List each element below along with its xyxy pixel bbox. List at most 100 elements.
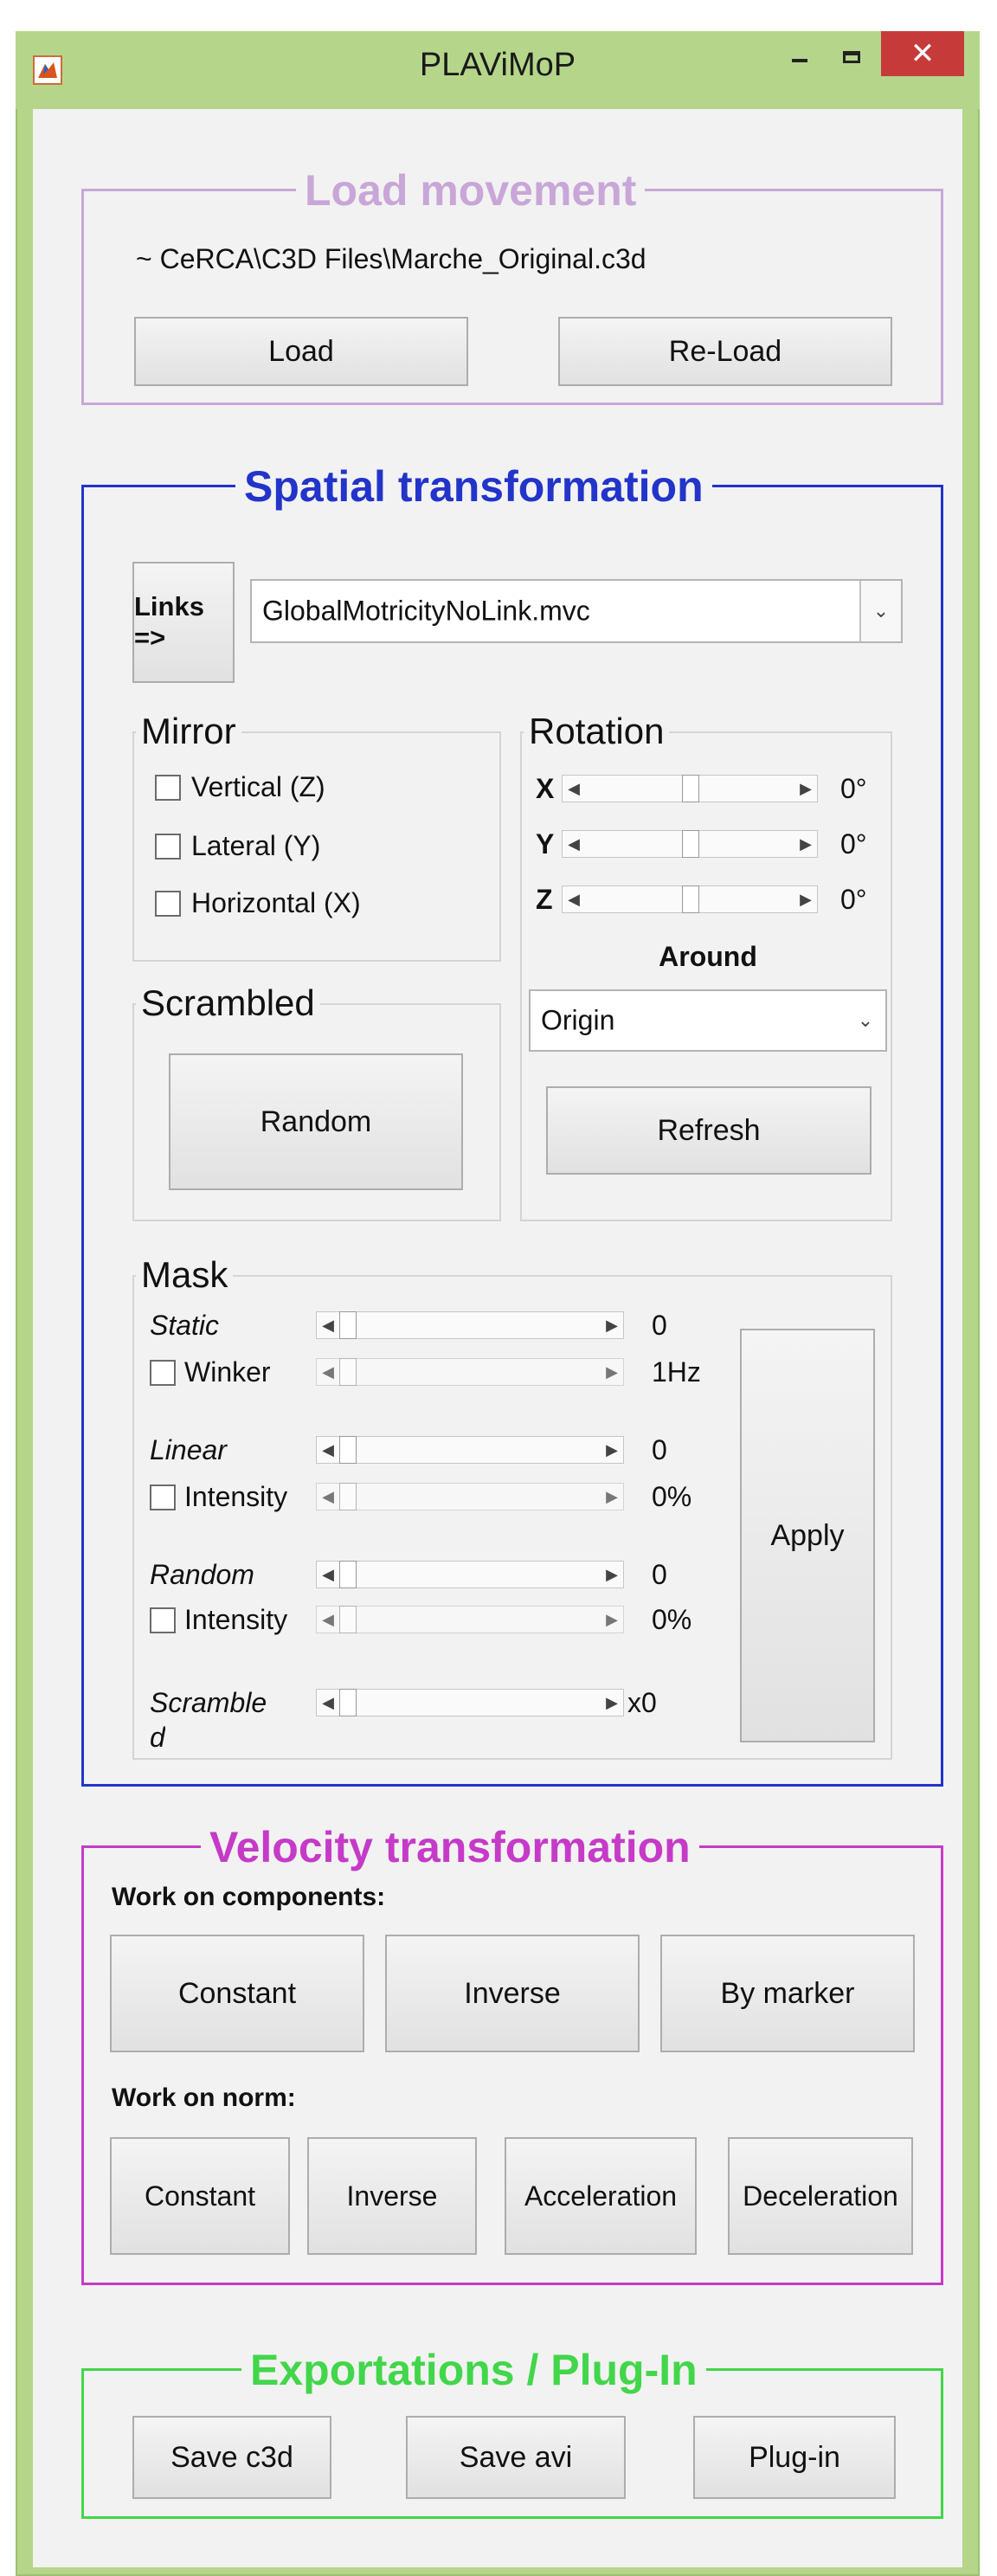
scrambled-title: Scrambled xyxy=(136,982,320,1024)
random-intensity-value: 0% xyxy=(652,1604,692,1635)
slider-right-arrow-icon[interactable]: ▶ xyxy=(601,1484,623,1510)
winker-label: Winker xyxy=(184,1356,271,1388)
linear-intensity-value: 0% xyxy=(652,1481,692,1512)
components-inverse-button[interactable]: Inverse xyxy=(385,1935,640,2052)
exportations-title: Exportations / Plug-In xyxy=(241,2345,706,2395)
scrambled-mask-label-cont: d xyxy=(150,1722,165,1748)
around-label: Around xyxy=(659,941,757,972)
slider-right-arrow-icon[interactable]: ▶ xyxy=(601,1690,623,1716)
random-slider[interactable]: ◀ ▶ xyxy=(316,1561,624,1588)
slider-left-arrow-icon[interactable]: ◀ xyxy=(563,776,585,802)
slider-thumb[interactable] xyxy=(682,775,699,802)
links-file-dropdown[interactable]: GlobalMotricityNoLink.mvc ⌄ xyxy=(250,579,903,643)
chevron-down-icon[interactable]: ⌄ xyxy=(846,991,885,1050)
slider-left-arrow-icon[interactable]: ◀ xyxy=(317,1359,339,1385)
slider-right-arrow-icon[interactable]: ▶ xyxy=(601,1312,623,1338)
save-avi-button[interactable]: Save avi xyxy=(406,2416,626,2499)
components-constant-button[interactable]: Constant xyxy=(110,1935,364,2052)
rotation-y-label: Y xyxy=(536,828,555,860)
slider-left-arrow-icon[interactable]: ◀ xyxy=(317,1562,339,1587)
velocity-transformation-panel: Velocity transformation Work on componen… xyxy=(81,1822,943,2285)
slider-thumb[interactable] xyxy=(339,1689,357,1716)
file-path-text: ~ CeRCA\C3D Files\Marche_Original.c3d xyxy=(136,243,646,274)
load-movement-title: Load movement xyxy=(296,165,646,216)
lateral-y-checkbox[interactable] xyxy=(155,834,181,860)
slider-right-arrow-icon[interactable]: ▶ xyxy=(794,831,817,857)
linear-intensity-checkbox[interactable] xyxy=(150,1484,176,1510)
norm-deceleration-button[interactable]: Deceleration xyxy=(728,2137,913,2255)
vertical-z-label: Vertical (Z) xyxy=(191,771,325,802)
slider-left-arrow-icon[interactable]: ◀ xyxy=(317,1690,339,1716)
vertical-z-checkbox[interactable] xyxy=(155,775,181,801)
close-icon[interactable]: ✕ xyxy=(881,31,964,76)
load-button[interactable]: Load xyxy=(134,317,468,386)
rotation-y-slider[interactable]: ◀ ▶ xyxy=(562,830,818,858)
linear-value: 0 xyxy=(652,1434,667,1465)
slider-right-arrow-icon[interactable]: ▶ xyxy=(794,886,817,912)
around-dropdown[interactable]: Origin ⌄ xyxy=(529,989,887,1052)
horizontal-x-checkbox[interactable] xyxy=(155,891,181,917)
slider-thumb[interactable] xyxy=(682,886,699,913)
slider-right-arrow-icon[interactable]: ▶ xyxy=(601,1562,623,1587)
slider-left-arrow-icon[interactable]: ◀ xyxy=(317,1312,339,1338)
random-button[interactable]: Random xyxy=(169,1053,463,1190)
spatial-transformation-panel: Spatial transformation Links => GlobalMo… xyxy=(81,461,943,1787)
rotation-x-slider[interactable]: ◀ ▶ xyxy=(562,775,818,802)
apply-button[interactable]: Apply xyxy=(740,1329,875,1742)
slider-right-arrow-icon[interactable]: ▶ xyxy=(601,1437,623,1463)
slider-thumb[interactable] xyxy=(339,1311,357,1339)
plugin-button[interactable]: Plug-in xyxy=(693,2416,896,2499)
static-label: Static xyxy=(150,1310,220,1341)
lateral-y-label: Lateral (Y) xyxy=(191,830,321,861)
slider-left-arrow-icon[interactable]: ◀ xyxy=(317,1484,339,1510)
scrambled-mask-slider[interactable]: ◀ ▶ xyxy=(316,1689,624,1716)
rotation-title: Rotation xyxy=(524,711,670,752)
mask-title: Mask xyxy=(136,1254,234,1296)
rotation-z-label: Z xyxy=(536,884,553,915)
slider-left-arrow-icon[interactable]: ◀ xyxy=(317,1607,339,1633)
exportations-panel: Exportations / Plug-In Save c3d Save avi… xyxy=(81,2345,943,2519)
spatial-transformation-title: Spatial transformation xyxy=(235,461,712,512)
slider-thumb[interactable] xyxy=(339,1358,357,1386)
slider-thumb[interactable] xyxy=(339,1561,357,1588)
rotation-z-slider[interactable]: ◀ ▶ xyxy=(562,886,818,913)
linear-intensity-label: Intensity xyxy=(184,1481,288,1512)
scrambled-group: Scrambled Random xyxy=(132,982,501,1221)
maximize-icon[interactable] xyxy=(829,38,874,76)
slider-left-arrow-icon[interactable]: ◀ xyxy=(563,831,585,857)
rotation-z-value: 0° xyxy=(840,884,867,915)
norm-acceleration-button[interactable]: Acceleration xyxy=(505,2137,697,2255)
norm-constant-button[interactable]: Constant xyxy=(110,2137,290,2255)
components-by-marker-button[interactable]: By marker xyxy=(660,1935,915,2052)
random-intensity-slider[interactable]: ◀ ▶ xyxy=(316,1606,624,1633)
work-on-norm-label: Work on norm: xyxy=(112,2083,296,2112)
save-c3d-button[interactable]: Save c3d xyxy=(132,2416,331,2499)
slider-thumb[interactable] xyxy=(339,1483,357,1510)
links-button[interactable]: Links => xyxy=(132,562,235,683)
random-intensity-checkbox[interactable] xyxy=(150,1607,176,1633)
slider-right-arrow-icon[interactable]: ▶ xyxy=(601,1359,623,1385)
slider-left-arrow-icon[interactable]: ◀ xyxy=(317,1437,339,1463)
slider-left-arrow-icon[interactable]: ◀ xyxy=(563,886,585,912)
slider-thumb[interactable] xyxy=(339,1436,357,1464)
winker-checkbox[interactable] xyxy=(150,1360,176,1386)
linear-label: Linear xyxy=(150,1434,227,1465)
minimize-icon[interactable] xyxy=(777,38,822,76)
winker-value: 1Hz xyxy=(652,1356,701,1388)
refresh-button[interactable]: Refresh xyxy=(546,1086,872,1175)
linear-intensity-slider[interactable]: ◀ ▶ xyxy=(316,1483,624,1510)
winker-slider[interactable]: ◀ ▶ xyxy=(316,1358,624,1386)
linear-slider[interactable]: ◀ ▶ xyxy=(316,1436,624,1464)
slider-right-arrow-icon[interactable]: ▶ xyxy=(601,1607,623,1633)
chevron-down-icon[interactable]: ⌄ xyxy=(859,581,901,641)
load-movement-panel: Load movement ~ CeRCA\C3D Files\Marche_O… xyxy=(81,165,943,405)
random-value: 0 xyxy=(652,1559,667,1590)
norm-inverse-button[interactable]: Inverse xyxy=(307,2137,477,2255)
mirror-title: Mirror xyxy=(136,711,241,752)
slider-thumb[interactable] xyxy=(339,1606,357,1633)
static-slider[interactable]: ◀ ▶ xyxy=(316,1311,624,1339)
reload-button[interactable]: Re-Load xyxy=(558,317,892,386)
slider-right-arrow-icon[interactable]: ▶ xyxy=(794,776,817,802)
slider-thumb[interactable] xyxy=(682,830,699,858)
title-bar: PLAViMoP ✕ xyxy=(16,31,980,109)
